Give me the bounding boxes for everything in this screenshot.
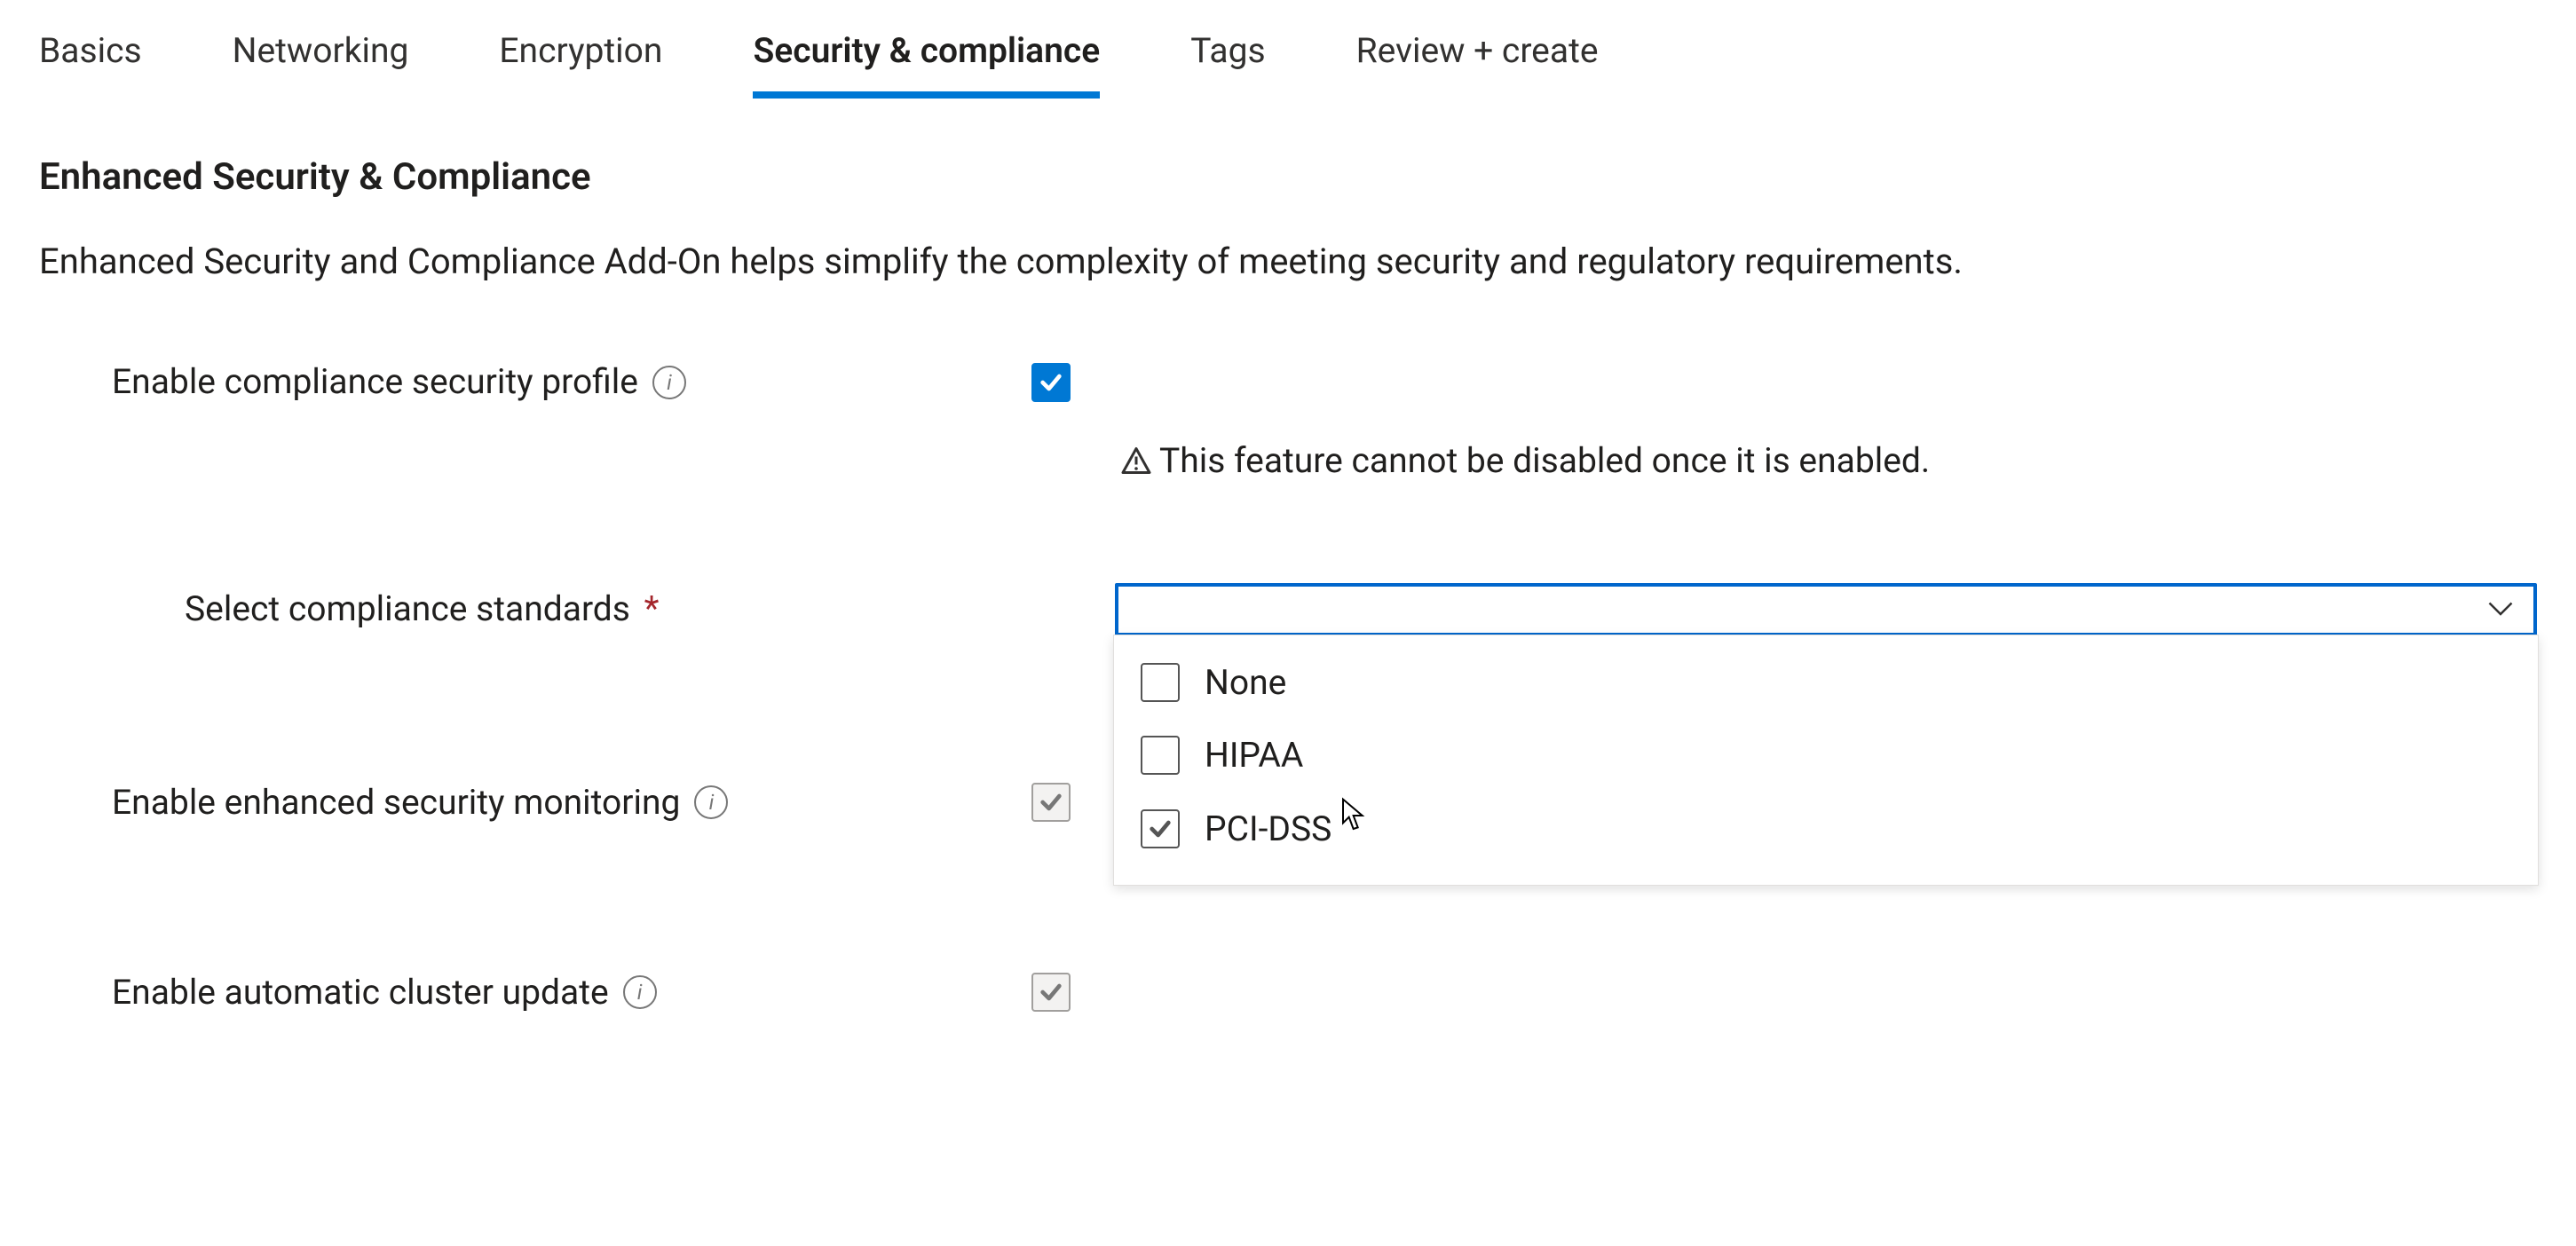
section-description: Enhanced Security and Compliance Add-On …: [39, 237, 2436, 287]
enable-profile-checkbox[interactable]: [1031, 363, 1071, 402]
profile-warning-text: This feature cannot be disabled once it …: [1159, 437, 1930, 485]
info-icon[interactable]: i: [652, 366, 686, 399]
tab-tags[interactable]: Tags: [1190, 18, 1265, 99]
option-none[interactable]: None: [1114, 646, 2538, 720]
tab-security-compliance[interactable]: Security & compliance: [753, 18, 1100, 99]
dropdown-control[interactable]: [1115, 583, 2537, 636]
info-icon[interactable]: i: [694, 785, 728, 819]
option-none-checkbox[interactable]: [1141, 663, 1180, 702]
auto-update-label: Enable automatic cluster update: [112, 968, 609, 1017]
standards-label: Select compliance standards: [185, 588, 630, 629]
tab-basics[interactable]: Basics: [39, 18, 142, 99]
required-indicator: *: [644, 588, 660, 629]
tab-review-create[interactable]: Review + create: [1356, 18, 1599, 99]
option-pci-dss[interactable]: PCI-DSS: [1114, 793, 2538, 866]
option-hipaa-label: HIPAA: [1205, 731, 1303, 780]
field-auto-cluster-update: Enable automatic cluster update i: [39, 968, 2537, 1017]
tab-bar: Basics Networking Encryption Security & …: [39, 18, 2537, 99]
enable-profile-label: Enable compliance security profile: [112, 358, 638, 406]
enhanced-monitoring-label: Enable enhanced security monitoring: [112, 778, 680, 827]
profile-warning: This feature cannot be disabled once it …: [39, 437, 2537, 485]
auto-update-checkbox: [1031, 973, 1071, 1012]
warning-icon: [1120, 445, 1152, 477]
option-pci-dss-checkbox[interactable]: [1141, 809, 1180, 848]
tab-encryption[interactable]: Encryption: [499, 18, 662, 99]
cursor-icon: [1334, 796, 1370, 835]
option-hipaa-checkbox[interactable]: [1141, 736, 1180, 775]
chevron-down-icon: [2487, 601, 2514, 619]
dropdown-menu: None HIPAA PCI-DSS: [1113, 635, 2539, 887]
field-enable-compliance-profile: Enable compliance security profile i: [39, 358, 2537, 406]
compliance-standards-dropdown[interactable]: None HIPAA PCI-DSS: [1115, 583, 2537, 636]
info-icon[interactable]: i: [623, 975, 657, 1009]
enhanced-monitoring-checkbox: [1031, 783, 1071, 822]
section-title: Enhanced Security & Compliance: [39, 152, 2537, 204]
option-hipaa[interactable]: HIPAA: [1114, 719, 2538, 793]
option-pci-dss-label: PCI-DSS: [1205, 805, 1331, 854]
option-none-label: None: [1205, 658, 1286, 707]
tab-networking[interactable]: Networking: [233, 18, 409, 99]
field-select-compliance-standards: Select compliance standards * None HIPAA: [39, 583, 2537, 636]
